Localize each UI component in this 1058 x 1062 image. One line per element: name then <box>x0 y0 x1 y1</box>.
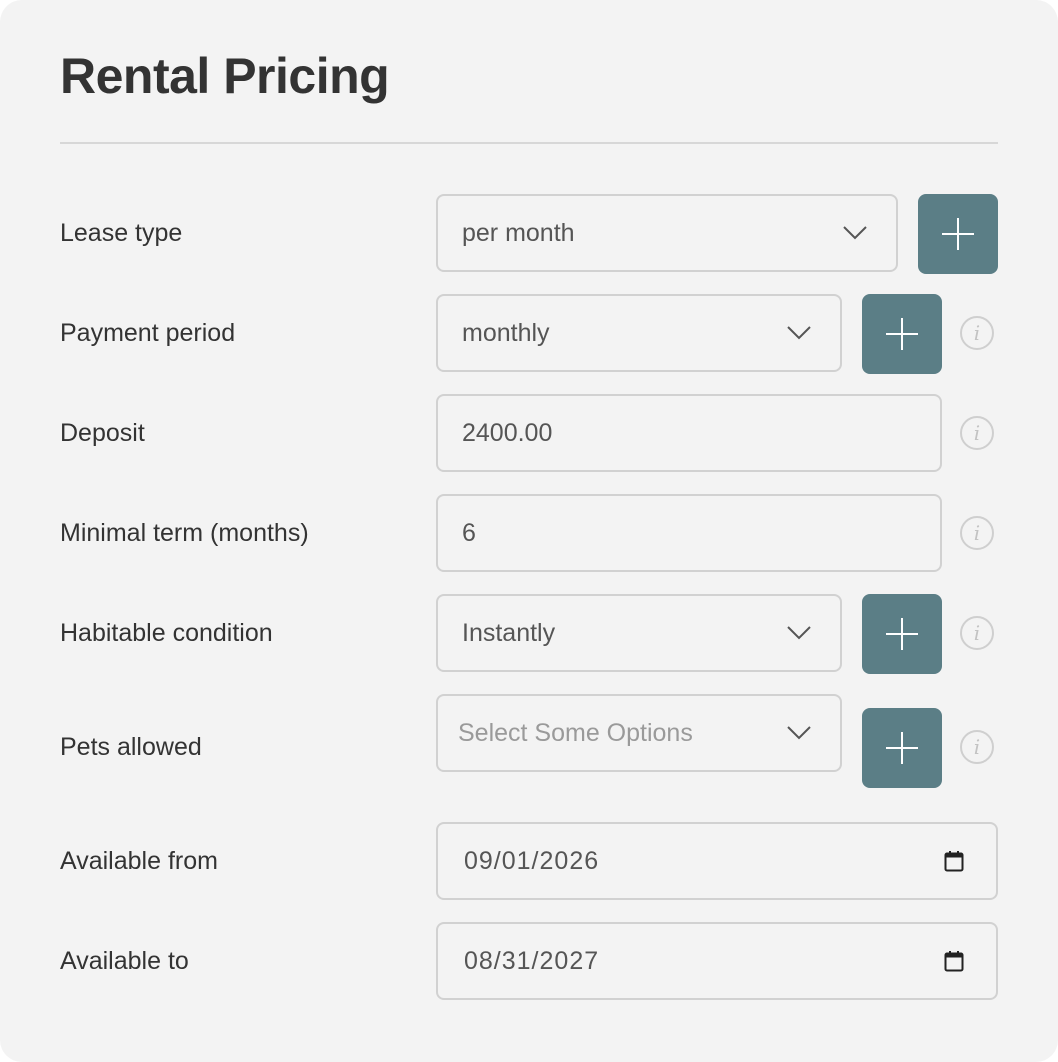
title-divider <box>60 142 998 144</box>
deposit-value: 2400.00 <box>462 418 553 447</box>
minimal-term-value: 6 <box>462 518 476 547</box>
habitable-condition-row: Habitable condition Instantly i <box>0 594 1058 674</box>
lease-type-row: Lease type per month <box>0 194 1058 274</box>
pets-allowed-row: Pets allowed Select Some Options i <box>0 694 1058 788</box>
available-to-value: 08/31/2027 <box>464 946 600 975</box>
chevron-down-icon <box>843 226 867 240</box>
available-from-value: 09/01/2026 <box>464 846 600 875</box>
habitable-condition-label: Habitable condition <box>60 619 273 647</box>
payment-period-label: Payment period <box>60 319 236 347</box>
lease-type-select[interactable]: per month <box>436 194 898 272</box>
available-to-row: Available to 08/31/2027 <box>0 922 1058 1002</box>
chevron-down-icon <box>787 326 811 340</box>
available-from-label: Available from <box>60 847 218 875</box>
deposit-row: Deposit 2400.00 i <box>0 394 1058 474</box>
lease-type-value: per month <box>462 218 575 247</box>
minimal-term-label: Minimal term (months) <box>60 519 309 547</box>
info-icon[interactable]: i <box>960 616 994 650</box>
calendar-icon[interactable] <box>944 950 964 972</box>
add-pets-allowed-button[interactable] <box>862 708 942 788</box>
deposit-label: Deposit <box>60 419 145 447</box>
pets-allowed-multiselect[interactable]: Select Some Options <box>436 694 842 772</box>
pets-allowed-label: Pets allowed <box>60 733 202 761</box>
plus-icon <box>886 618 918 650</box>
plus-icon <box>886 732 918 764</box>
habitable-condition-select[interactable]: Instantly <box>436 594 842 672</box>
payment-period-select[interactable]: monthly <box>436 294 842 372</box>
payment-period-value: monthly <box>462 318 550 347</box>
minimal-term-row: Minimal term (months) 6 i <box>0 494 1058 574</box>
pets-allowed-placeholder: Select Some Options <box>458 718 693 747</box>
info-icon[interactable]: i <box>960 316 994 350</box>
add-habitable-condition-button[interactable] <box>862 594 942 674</box>
available-to-date-input[interactable]: 08/31/2027 <box>436 922 998 1000</box>
minimal-term-input[interactable]: 6 <box>436 494 942 572</box>
chevron-down-icon <box>787 626 811 640</box>
info-icon[interactable]: i <box>960 516 994 550</box>
lease-type-label: Lease type <box>60 219 183 247</box>
chevron-down-icon <box>787 726 811 740</box>
info-icon[interactable]: i <box>960 416 994 450</box>
available-from-date-input[interactable]: 09/01/2026 <box>436 822 998 900</box>
rental-pricing-card: Rental Pricing Lease type per month Paym… <box>0 0 1058 1062</box>
info-icon[interactable]: i <box>960 730 994 764</box>
plus-icon <box>942 218 974 250</box>
deposit-input[interactable]: 2400.00 <box>436 394 942 472</box>
add-payment-period-button[interactable] <box>862 294 942 374</box>
calendar-icon[interactable] <box>944 850 964 872</box>
plus-icon <box>886 318 918 350</box>
available-from-row: Available from 09/01/2026 <box>0 822 1058 902</box>
payment-period-row: Payment period monthly i <box>0 294 1058 374</box>
habitable-condition-value: Instantly <box>462 618 556 647</box>
add-lease-type-button[interactable] <box>918 194 998 274</box>
page-title: Rental Pricing <box>60 48 390 104</box>
available-to-label: Available to <box>60 947 189 975</box>
